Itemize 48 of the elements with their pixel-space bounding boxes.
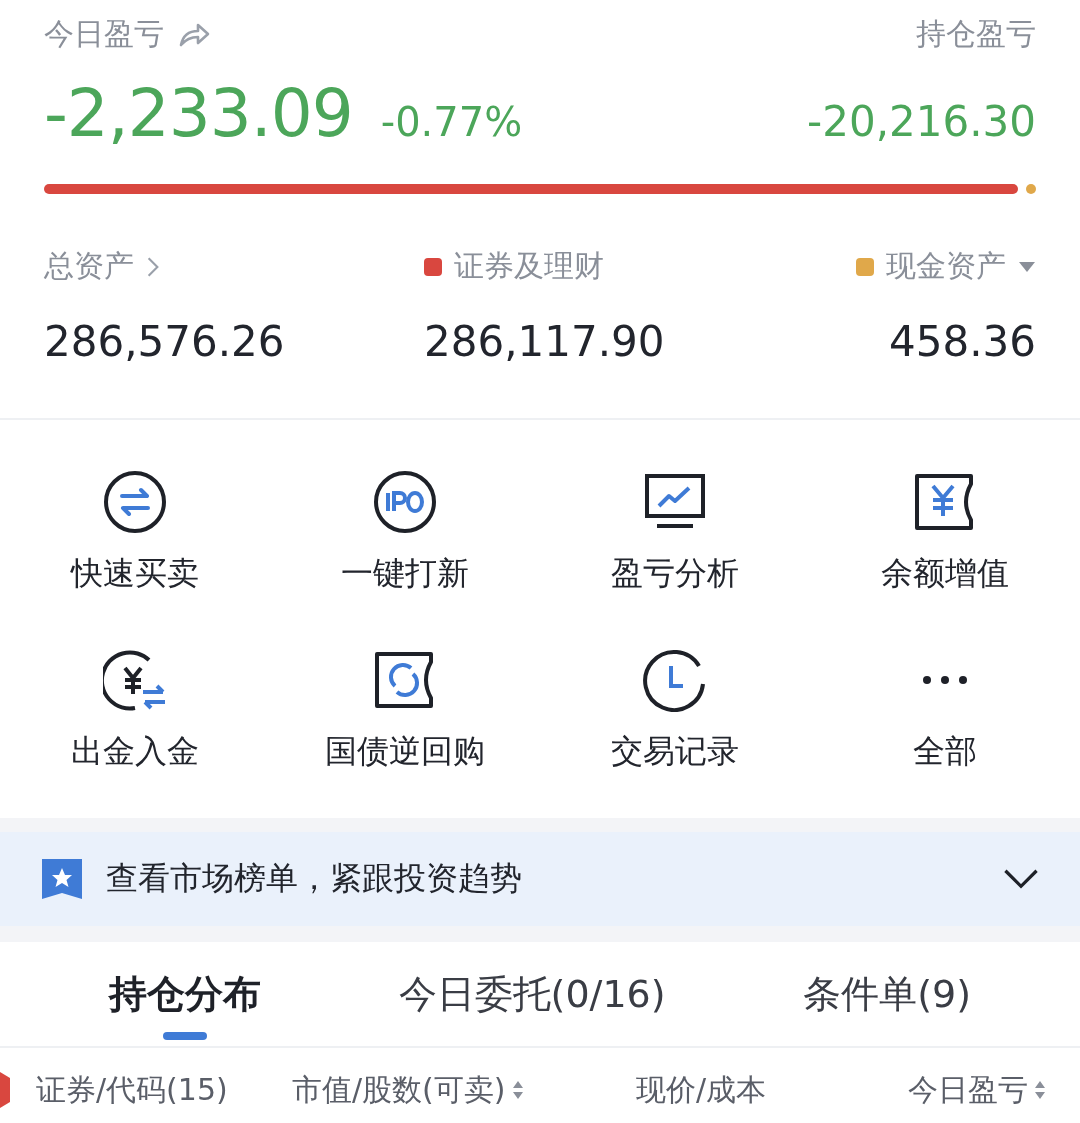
- yen-transfer-icon: [103, 648, 167, 712]
- asset-value: 286,117.90: [424, 317, 666, 366]
- shortcut-item[interactable]: 快速买卖: [0, 470, 270, 600]
- hexagon-icon: [0, 1072, 12, 1108]
- today-pnl-value: -2,233.09: [44, 75, 353, 152]
- sort-icon: [1034, 1079, 1046, 1101]
- column-header[interactable]: 今日盈亏: [908, 1069, 1046, 1111]
- shortcut-item[interactable]: 余额增值: [810, 470, 1080, 600]
- column-header[interactable]: 证券/代码(15): [36, 1069, 228, 1111]
- today-pnl-label: 今日盈亏: [44, 15, 164, 53]
- shortcut-item[interactable]: 盈亏分析: [540, 470, 810, 600]
- more-icon: [921, 674, 969, 686]
- shortcut-item[interactable]: 一键打新: [270, 470, 540, 600]
- shortcut-label: 一键打新: [341, 553, 469, 594]
- asset-value: 458.36: [889, 317, 1036, 366]
- cash-segment: [1026, 184, 1036, 194]
- shortcut-label: 快速买卖: [71, 553, 199, 594]
- shortcut-item[interactable]: 出金入金: [0, 648, 270, 778]
- asset-label: 证券及理财: [454, 247, 604, 285]
- market-banner[interactable]: 查看市场榜单，紧跟投资趋势: [0, 818, 1080, 942]
- shortcut-label: 国债逆回购: [325, 731, 485, 772]
- dropdown-icon[interactable]: [1018, 260, 1036, 273]
- shortcut-label: 全部: [913, 731, 977, 772]
- tab[interactable]: 今日委托(0/16): [388, 942, 676, 1046]
- column-header[interactable]: 市值/股数(可卖): [292, 1069, 524, 1111]
- ipo-icon: [373, 470, 437, 534]
- shortcut-label: 盈亏分析: [611, 553, 739, 594]
- shortcut-item[interactable]: 交易记录: [540, 648, 810, 778]
- star-bookmark-icon: [40, 857, 84, 901]
- asset-label: 总资产: [44, 247, 134, 285]
- holding-pnl-label: 持仓盈亏: [916, 15, 1036, 53]
- tab[interactable]: 条件单(9): [793, 942, 982, 1046]
- shortcut-label: 余额增值: [881, 553, 1009, 594]
- clock-icon: [643, 648, 707, 712]
- shortcut-label: 交易记录: [611, 731, 739, 772]
- asset-value: 286,576.26: [44, 317, 286, 366]
- today-pnl-percent: -0.77%: [380, 99, 523, 145]
- sort-icon: [511, 1079, 524, 1101]
- banner-text: 查看市场榜单，紧跟投资趋势: [106, 858, 523, 899]
- shortcut-item[interactable]: 国债逆回购: [270, 648, 540, 778]
- chevron-down-icon[interactable]: [1002, 868, 1040, 890]
- shortcut-item[interactable]: 全部: [810, 648, 1080, 778]
- tab[interactable]: 持仓分布: [98, 942, 271, 1046]
- asset-label: 现金资产: [886, 247, 1006, 285]
- shortcut-label: 出金入金: [71, 731, 199, 772]
- swap-icon: [103, 470, 167, 534]
- holding-pnl-value: -20,216.30: [807, 97, 1036, 146]
- column-header[interactable]: 现价/成本: [636, 1069, 767, 1111]
